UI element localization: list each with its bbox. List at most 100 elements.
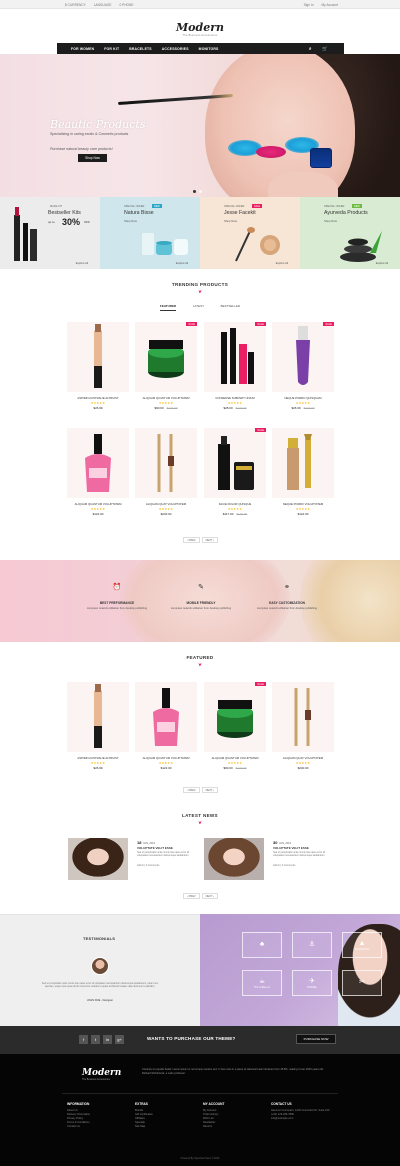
phone-link[interactable]: 0 PHONE — [119, 3, 133, 7]
twitter-icon[interactable]: t — [91, 1035, 100, 1044]
brand-logo[interactable]: ☕ The Coffee co — [242, 970, 282, 996]
product-name[interactable]: ASPIRIN AUSTRALIE ALTRUIST — [67, 396, 129, 400]
banner-shop-link[interactable]: Shop Now — [224, 219, 237, 223]
heart-divider-icon: ❦ — [198, 662, 202, 667]
banner-shop-link[interactable]: Shop Now — [124, 219, 137, 223]
product-name[interactable]: FACIE DOLOR QUISQUE — [204, 502, 266, 506]
product-card[interactable]: SALE NEQUE PORRO QUISQUAM ★★★★★ $26.99 $122.… — [272, 322, 334, 417]
news-headline[interactable]: VOLUPTATE VELIT ESSE — [273, 846, 309, 850]
nav-item-for-kit[interactable]: FOR KIT — [104, 47, 119, 51]
product-image[interactable]: SALE — [272, 322, 334, 392]
google-plus-icon[interactable]: g+ — [115, 1035, 124, 1044]
news-image[interactable] — [204, 838, 264, 880]
linkedin-icon[interactable]: in — [103, 1035, 112, 1044]
site-logo[interactable]: Modern The Business Accessories — [175, 21, 225, 37]
banner-natura-bisse[interactable]: Special Offer NEW Natura Bisse Shop Now … — [100, 197, 200, 269]
product-card[interactable]: SALE CONSENSE SUBOWIT UNIUM ★★★★★ $28.00 $12… — [204, 322, 266, 417]
product-card[interactable]: ASPIRIN AUSTRALIE ALTRUIST ★★★★★ $26.99 — [67, 322, 129, 417]
cart-icon[interactable]: 🛒 — [322, 46, 328, 52]
nav-item-for-women[interactable]: FOR WOMEN — [71, 47, 94, 51]
footer-link[interactable]: Contact Us — [67, 1125, 132, 1129]
tab-latest[interactable]: LATEST — [193, 304, 204, 311]
product-image[interactable] — [272, 428, 334, 498]
product-image[interactable] — [135, 682, 197, 752]
product-name[interactable]: NEQUE PORRO QUISQUAM — [272, 396, 334, 400]
product-name[interactable]: ALIQUAM QUANTUM VOLUPTATEM — [204, 756, 266, 760]
news-item[interactable]: 18 JAN, 2016 VOLUPTATE VELIT ESSE Sed ut … — [68, 838, 196, 880]
banner-small: Special Offer — [124, 205, 145, 208]
account-link[interactable]: My Account — [322, 3, 338, 7]
prev-button[interactable]: ‹ PREV — [183, 893, 200, 899]
facebook-icon[interactable]: f — [79, 1035, 88, 1044]
top-bar: $ CURRENCY LANGUAGE 0 PHONE Sign In My A… — [0, 0, 400, 9]
currency-selector[interactable]: $ CURRENCY — [65, 3, 86, 7]
brand-logo[interactable]: ▲ MOUNTAIN — [342, 932, 382, 958]
nav-item-bracelets[interactable]: BRACELETS — [129, 47, 152, 51]
product-card[interactable]: SALE FACIE DOLOR QUISQUE ★★★★★ $117.00 $140.… — [204, 428, 266, 523]
product-image[interactable]: SALE — [204, 322, 266, 392]
banner-explore-link[interactable]: Explore All — [76, 262, 88, 265]
product-name[interactable]: ALIQUAM QUANTUM VOLUPTATEM — [135, 756, 197, 760]
product-image[interactable]: SALE — [204, 682, 266, 752]
product-name[interactable]: ASPIRIN AUSTRALIE ALTRUIST — [67, 756, 129, 760]
purchase-now-button[interactable]: PURCHASE NOW — [296, 1034, 336, 1044]
news-item[interactable]: 30 JAN, 2016 VOLUPTATE VELIT ESSE Sed ut … — [204, 838, 332, 880]
product-card[interactable]: SALE ALIQUAM QUANTUM VOLUPTATEM ★★★★★ $90.0… — [204, 682, 266, 777]
nav-item-monitors[interactable]: MONITORS — [199, 47, 219, 51]
banner-shop-link[interactable]: Shop Now — [324, 219, 337, 223]
contact-email[interactable]: info@example.com — [271, 1117, 336, 1121]
footer-link[interactable]: Returns — [203, 1125, 268, 1129]
product-image[interactable] — [272, 682, 334, 752]
product-card[interactable]: SALE ALIQUAM QUANTUM VOLUPTATEM ★★★★★ $90.0… — [135, 322, 197, 417]
hero-shop-now-button[interactable]: Shop Now — [78, 154, 107, 162]
tab-bestseller[interactable]: BESTSELLER — [221, 304, 240, 311]
product-card[interactable]: ASPIRIN AUSTRALIE ALTRUIST ★★★★★ $26.99 — [67, 682, 129, 777]
banner-explore-link[interactable]: Explore All — [276, 262, 288, 265]
prev-button[interactable]: ‹ PREV — [183, 787, 200, 793]
product-card[interactable]: ALIQUAM QUANTUM VOLUPTATEM ★★★★★ $122.00 — [67, 428, 129, 523]
product-name[interactable]: CONSENSE SUBOWIT UNIUM — [204, 396, 266, 400]
product-image[interactable]: SALE — [135, 322, 197, 392]
signin-link[interactable]: Sign In — [304, 3, 314, 7]
product-name[interactable]: ALIQUAM QUAT VOLUPTATEM — [135, 502, 197, 506]
slider-dot[interactable] — [193, 190, 196, 193]
footer-logo[interactable]: Modern — [82, 1068, 121, 1078]
brand-logo[interactable]: ✈ TRAVEL — [292, 970, 332, 996]
product-price: $117.00 $140.00 — [222, 512, 248, 516]
product-name[interactable]: ALIQUAM QUAT VOLUPTATEM — [272, 756, 334, 760]
next-button[interactable]: NEXT › — [201, 787, 219, 793]
banner-ayurveda-products[interactable]: Special Offer NEW Ayurveda Products Shop… — [300, 197, 400, 269]
product-card[interactable]: ALIQUAM QUANTUM VOLUPTATEM ★★★★★ $122.00 — [135, 682, 197, 777]
nav-item-accessories[interactable]: ACCESSORIES — [162, 47, 189, 51]
product-card[interactable]: ALIQUAM QUAT VOLUPTATEM ★★★★★ $240.00 — [135, 428, 197, 523]
product-image[interactable] — [67, 322, 129, 392]
footer-link[interactable]: Site Map — [135, 1125, 200, 1129]
next-button[interactable]: NEXT › — [201, 537, 219, 543]
product-rating: ★★★★★ — [227, 507, 243, 511]
banner-explore-link[interactable]: Explore All — [376, 262, 388, 265]
banner-jesse-facekit[interactable]: Special Offer SALE Jesse Facekit Shop No… — [200, 197, 300, 269]
next-button[interactable]: NEXT › — [201, 893, 219, 899]
slider-dot[interactable] — [199, 190, 202, 193]
tab-featured[interactable]: FEATURED — [160, 304, 177, 311]
banner-bestseller-kits[interactable]: Make Kit Bestseller Kits up to 30% OFF E… — [0, 197, 100, 269]
brand-logo[interactable]: ✂ — [342, 970, 382, 996]
product-card[interactable]: NEQUE PORRO VOLUPTATEM ★★★★★ $122.00 — [272, 428, 334, 523]
product-name[interactable]: NEQUE PORRO VOLUPTATEM — [272, 502, 334, 506]
product-card[interactable]: ALIQUAM QUAT VOLUPTATEM ★★★★★ $240.00 — [272, 682, 334, 777]
prev-button[interactable]: ‹ PREV — [183, 537, 200, 543]
search-icon[interactable]: ⌕ — [309, 46, 312, 51]
product-image[interactable] — [67, 682, 129, 752]
brand-logo[interactable]: ⚓ — [292, 932, 332, 958]
news-image[interactable] — [68, 838, 128, 880]
product-name[interactable]: ALIQUAM QUANTUM VOLUPTATEM — [67, 502, 129, 506]
brand-logo[interactable]: ♣ — [242, 932, 282, 958]
product-image[interactable] — [135, 428, 197, 498]
product-image[interactable]: SALE — [204, 428, 266, 498]
product-name[interactable]: ALIQUAM QUANTUM VOLUPTATEM — [135, 396, 197, 400]
banner-explore-link[interactable]: Explore All — [176, 262, 188, 265]
product-image[interactable] — [67, 428, 129, 498]
sale-badge: SALE — [186, 322, 197, 327]
news-headline[interactable]: VOLUPTATE VELIT ESSE — [137, 846, 173, 850]
language-selector[interactable]: LANGUAGE — [94, 3, 112, 7]
